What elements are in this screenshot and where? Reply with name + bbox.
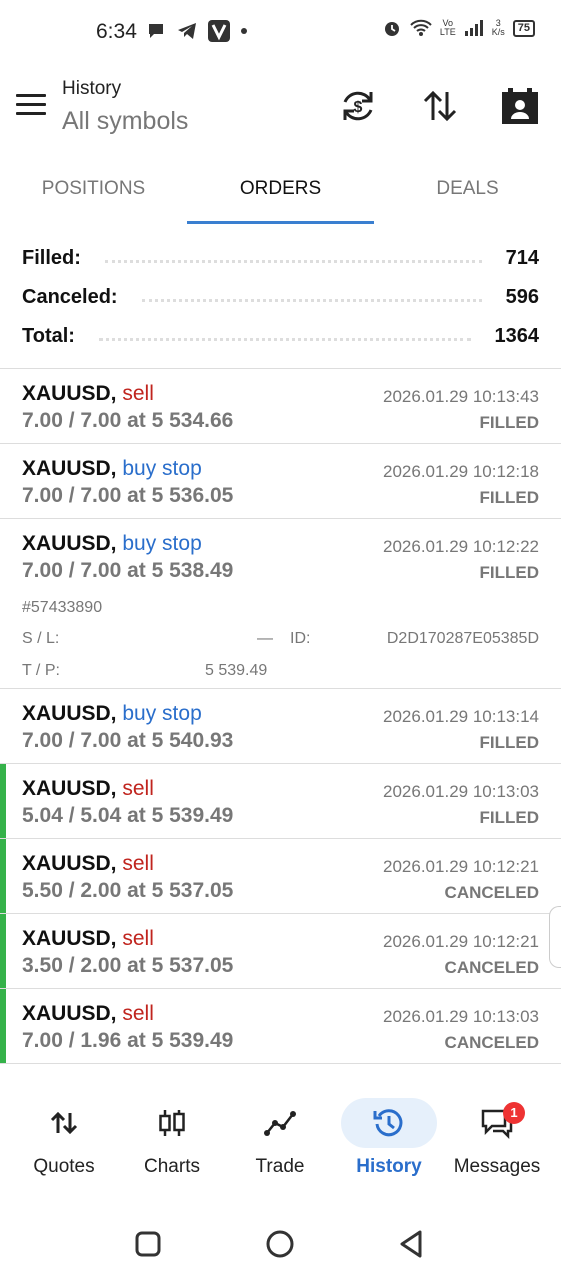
order-time: 2026.01.29 10:12:18 [383, 462, 539, 481]
sl-label: S / L: [22, 630, 60, 647]
system-navigation [0, 1210, 561, 1280]
notification-icons [146, 20, 248, 42]
order-row[interactable]: XAUUSD, sell 5.50 / 2.00 at 5 537.05 202… [0, 839, 561, 914]
order-status: CANCELED [444, 958, 539, 977]
order-time: 2026.01.29 10:12:21 [383, 857, 539, 876]
order-volume: 7.00 / 7.00 at 5 534.66 [22, 409, 234, 432]
order-type: buy stop [122, 702, 202, 725]
tp-label: T / P: [22, 662, 60, 679]
order-volume: 7.00 / 7.00 at 5 536.05 [22, 484, 234, 507]
nav-quotes[interactable]: Quotes [8, 1088, 120, 1188]
order-volume: 5.50 / 2.00 at 5 537.05 [22, 879, 234, 902]
order-row-expanded[interactable]: XAUUSD, buy stop 7.00 / 7.00 at 5 538.49… [0, 519, 561, 689]
unread-badge: 1 [503, 1102, 525, 1124]
order-time: 2026.01.29 10:12:21 [383, 932, 539, 951]
tab-orders[interactable]: ORDERS [187, 160, 374, 226]
app-header: History All symbols $ [0, 64, 561, 148]
order-volume: 5.04 / 5.04 at 5 539.49 [22, 804, 234, 827]
order-row[interactable]: XAUUSD, sell 3.50 / 2.00 at 5 537.05 202… [0, 914, 561, 989]
tab-positions[interactable]: POSITIONS [0, 160, 187, 226]
order-status: CANCELED [444, 883, 539, 902]
order-row[interactable]: XAUUSD, sell 7.00 / 1.96 at 5 539.49 202… [0, 989, 561, 1064]
v-app-icon [208, 20, 230, 42]
charts-icon [159, 1110, 185, 1136]
id-value: D2D170287E05385D [386, 630, 539, 647]
status-bar: 6:34 Vo LTE 3 K/s 75 [0, 0, 561, 64]
order-type: sell [122, 382, 154, 405]
order-time: 2026.01.29 10:13:03 [383, 1007, 539, 1026]
nav-history[interactable]: History [333, 1088, 445, 1188]
currency-exchange-icon[interactable]: $ [338, 86, 378, 126]
menu-icon[interactable] [16, 94, 46, 118]
order-volume: 7.00 / 7.00 at 5 538.49 [22, 559, 234, 582]
bottom-navigation: Quotes Charts Trade History 1 Messages [0, 1088, 561, 1188]
order-volume: 7.00 / 1.96 at 5 539.49 [22, 1029, 234, 1052]
order-status: FILLED [479, 733, 540, 752]
scroll-handle[interactable] [549, 906, 561, 968]
chat-bubble-icon [149, 24, 163, 38]
id-label: ID: [290, 630, 311, 647]
order-time: 2026.01.29 10:13:43 [383, 387, 539, 406]
recents-icon[interactable] [128, 1224, 168, 1264]
nav-messages[interactable]: 1 Messages [441, 1088, 553, 1188]
summary-canceled: Canceled: 596 [22, 285, 539, 308]
order-time: 2026.01.29 10:12:22 [383, 537, 539, 556]
tab-deals[interactable]: DEALS [374, 160, 561, 226]
volte-indicator: Vo LTE [439, 18, 456, 37]
order-type: buy stop [122, 457, 202, 480]
order-row[interactable]: XAUUSD, sell 5.04 / 5.04 at 5 539.49 202… [0, 764, 561, 839]
telegram-icon [178, 23, 196, 39]
quotes-icon [50, 1111, 78, 1135]
calendar-icon[interactable] [500, 86, 540, 126]
order-type: sell [122, 927, 154, 950]
system-icons: Vo LTE 3 K/s 75 [382, 18, 535, 38]
dot-icon [241, 28, 247, 34]
order-row[interactable]: XAUUSD, buy stop 7.00 / 7.00 at 5 536.05… [0, 444, 561, 519]
sort-icon[interactable] [420, 86, 460, 126]
order-ticket: #57433890 [22, 599, 103, 616]
order-status: FILLED [479, 808, 540, 827]
order-row[interactable]: XAUUSD, buy stop 7.00 / 7.00 at 5 540.93… [0, 689, 561, 764]
home-icon[interactable] [260, 1224, 300, 1264]
orders-list: XAUUSD, sell 7.00 / 7.00 at 5 534.66 202… [0, 368, 561, 1064]
order-status: FILLED [479, 488, 540, 507]
history-tabs: POSITIONS ORDERS DEALS [0, 160, 561, 226]
nav-trade[interactable]: Trade [224, 1088, 336, 1188]
back-icon[interactable] [392, 1224, 432, 1264]
sl-value: — [257, 630, 273, 647]
wifi-icon [410, 19, 432, 36]
order-volume: 3.50 / 2.00 at 5 537.05 [22, 954, 234, 977]
order-type: sell [122, 777, 154, 800]
order-time: 2026.01.29 10:13:14 [383, 707, 539, 726]
battery-indicator: 75 [512, 19, 535, 37]
summary-total: Total: 1364 [22, 324, 539, 347]
network-speed: 3 K/s [491, 18, 505, 37]
order-type: sell [122, 852, 154, 875]
signal-icon [464, 20, 483, 36]
order-time: 2026.01.29 10:13:03 [383, 782, 539, 801]
nav-charts[interactable]: Charts [116, 1088, 228, 1188]
history-icon [373, 1109, 403, 1137]
order-volume: 7.00 / 7.00 at 5 540.93 [22, 729, 234, 752]
clock: 6:34 [96, 20, 137, 43]
order-type: buy stop [122, 532, 202, 555]
svg-text:$: $ [354, 99, 363, 116]
summary-filled: Filled: 714 [22, 246, 539, 269]
alarm-icon [384, 22, 399, 36]
order-type: sell [122, 1002, 154, 1025]
symbol-filter[interactable]: All symbols [62, 107, 188, 136]
order-status: FILLED [479, 563, 540, 582]
trade-icon [264, 1111, 296, 1136]
order-row[interactable]: XAUUSD, sell 7.00 / 7.00 at 5 534.66 202… [0, 369, 561, 444]
active-tab-indicator [187, 221, 374, 224]
tp-value: 5 539.49 [205, 662, 268, 679]
order-status: CANCELED [444, 1033, 539, 1052]
page-subtitle: History [62, 78, 122, 99]
order-status: FILLED [479, 413, 540, 432]
